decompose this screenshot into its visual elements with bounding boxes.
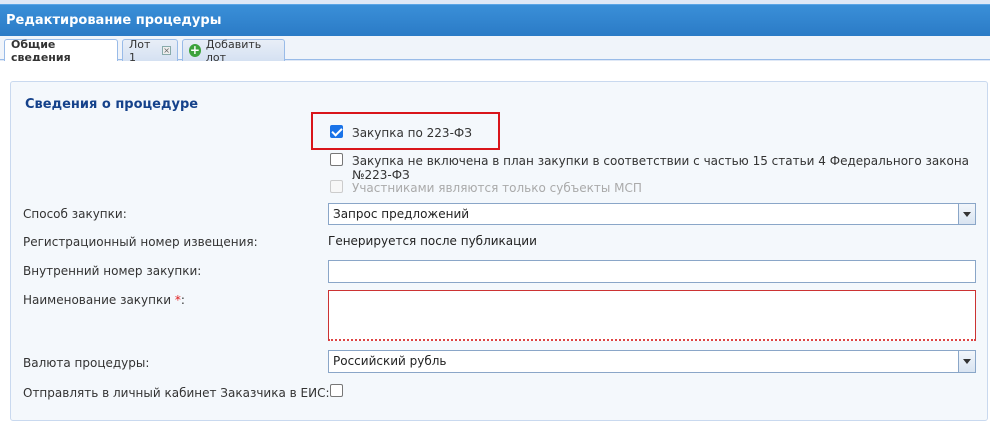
send-to-eis-checkbox[interactable] bbox=[330, 384, 343, 397]
internal-number-label: Внутренний номер закупки: bbox=[23, 264, 202, 278]
name-label: Наименование закупки *: bbox=[23, 293, 185, 307]
plus-icon: + bbox=[189, 43, 201, 57]
chevron-down-icon[interactable] bbox=[958, 351, 975, 372]
currency-select[interactable]: Российский рубль bbox=[328, 350, 976, 373]
tab-lot-1-label: Лот 1 bbox=[129, 37, 151, 64]
name-textarea[interactable] bbox=[328, 290, 976, 341]
method-select[interactable]: Запрос предложений bbox=[328, 203, 976, 225]
checkbox-223fz[interactable] bbox=[330, 125, 343, 138]
window-title-bar: Редактирование процедуры bbox=[0, 4, 990, 36]
internal-number-input[interactable] bbox=[328, 260, 976, 283]
name-label-colon: : bbox=[180, 293, 185, 307]
tab-content: Сведения о процедуре Закупка по 223-ФЗ З… bbox=[0, 61, 990, 421]
procedure-info-panel: Сведения о процедуре Закупка по 223-ФЗ З… bbox=[10, 81, 988, 421]
tab-add-lot[interactable]: + Добавить лот bbox=[182, 37, 285, 64]
checkbox-223fz-label: Закупка по 223-ФЗ bbox=[352, 126, 472, 140]
tab-general-label: Общие сведения bbox=[11, 37, 71, 64]
regnum-label: Регистрационный номер извещения: bbox=[23, 235, 258, 249]
checkbox-not-in-plan-label: Закупка не включена в план закупки в соо… bbox=[352, 154, 970, 182]
chevron-down-icon[interactable] bbox=[958, 204, 975, 224]
close-icon[interactable]: × bbox=[162, 46, 171, 55]
checkbox-msp-only bbox=[330, 180, 343, 193]
window-title: Редактирование процедуры bbox=[6, 13, 222, 28]
tab-general[interactable]: Общие сведения bbox=[4, 37, 118, 64]
checkbox-not-in-plan[interactable] bbox=[330, 153, 343, 166]
tab-add-lot-label: Добавить лот bbox=[205, 37, 262, 64]
currency-value: Российский рубль bbox=[333, 354, 447, 368]
currency-label: Валюта процедуры: bbox=[23, 356, 150, 370]
method-value: Запрос предложений bbox=[333, 207, 470, 221]
checkbox-msp-only-label: Участниками являются только субъекты МСП bbox=[352, 181, 642, 195]
tab-lot-1[interactable]: Лот 1 × bbox=[122, 37, 178, 64]
send-to-eis-label: Отправлять в личный кабинет Заказчика в … bbox=[23, 386, 330, 400]
regnum-value: Генерируется после публикации bbox=[328, 234, 537, 248]
procedure-edit-window: Редактирование процедуры Общие сведения … bbox=[0, 0, 990, 421]
name-label-text: Наименование закупки bbox=[23, 293, 172, 307]
section-title: Сведения о процедуре bbox=[25, 97, 199, 112]
method-label: Способ закупки: bbox=[23, 207, 127, 221]
tab-bar: Общие сведения Лот 1 × + Добавить лот bbox=[0, 36, 990, 64]
